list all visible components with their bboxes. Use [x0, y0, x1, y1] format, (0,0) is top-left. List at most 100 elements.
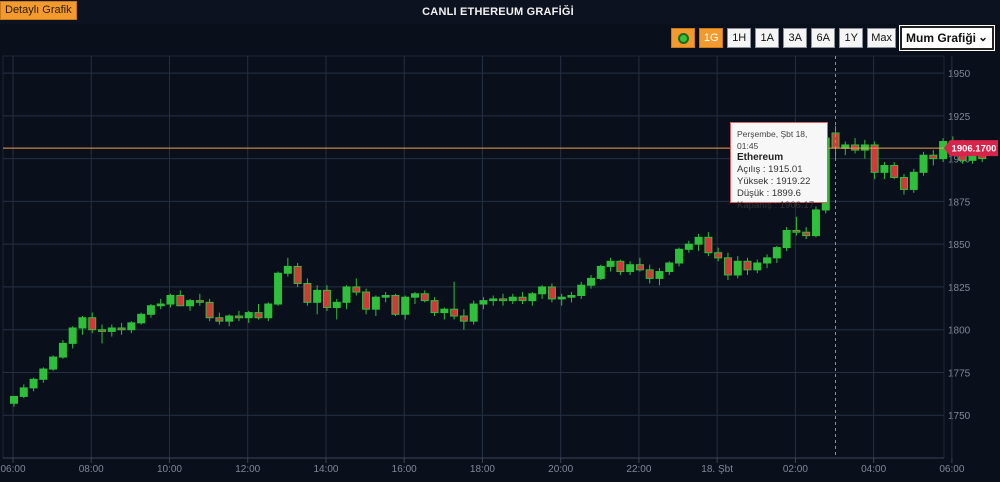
candle-body — [146, 305, 155, 315]
candle — [127, 321, 136, 334]
candle — [146, 304, 155, 318]
candle — [450, 281, 459, 320]
candle — [234, 310, 243, 322]
candle — [117, 322, 126, 335]
candle-body — [10, 395, 18, 404]
candle-body — [58, 342, 67, 358]
candle-body — [694, 236, 703, 245]
candle-body — [186, 300, 195, 307]
candle-body — [645, 269, 654, 279]
candle — [645, 264, 654, 284]
live-toggle-button[interactable] — [671, 28, 696, 48]
candle — [225, 314, 234, 327]
range-button-1y[interactable]: 1Y — [839, 28, 864, 48]
candle — [626, 261, 635, 275]
candle — [176, 290, 185, 307]
candle — [606, 257, 615, 272]
candle-body — [156, 303, 165, 307]
tooltip-high: Yüksek : 1919.22 — [737, 176, 811, 187]
range-button-1h[interactable]: 1H — [727, 28, 752, 48]
x-tick-label: 04:00 — [861, 464, 886, 475]
candle-body — [29, 378, 38, 389]
candle — [860, 139, 869, 159]
candle-body — [371, 296, 380, 310]
candle — [723, 252, 732, 281]
candle-body — [508, 296, 517, 302]
candle-body — [763, 257, 772, 264]
candle-body — [450, 308, 459, 317]
range-button-max[interactable]: Max — [867, 28, 896, 48]
candle — [68, 326, 77, 349]
candle-body — [596, 265, 605, 279]
candle-body — [117, 327, 126, 331]
candle — [909, 168, 918, 193]
chart-widget: Detaylı Grafik CANLI ETHEREUM GRAFİĞİ 17… — [0, 0, 1000, 482]
candle-body — [626, 264, 635, 273]
candle — [264, 302, 273, 322]
candle — [410, 292, 419, 305]
candle-body — [244, 312, 253, 319]
candle — [352, 278, 361, 296]
candle-body — [547, 286, 556, 300]
range-button-3a[interactable]: 3A — [783, 28, 808, 48]
candle — [401, 295, 410, 320]
candle-body — [391, 294, 400, 315]
candle — [215, 312, 224, 325]
candle — [655, 268, 664, 286]
candlestick-chart[interactable]: 17501775180018251850187519001925195006:0… — [0, 0, 1000, 482]
candle-body — [489, 298, 498, 302]
candle-body — [684, 243, 693, 250]
candle-body — [459, 315, 468, 322]
candle-body — [410, 293, 419, 298]
candle — [596, 264, 605, 281]
candle-body — [587, 277, 596, 286]
candle-body — [107, 327, 116, 332]
range-button-6a[interactable]: 6A — [811, 28, 836, 48]
candle-body — [78, 317, 87, 329]
candle-body — [274, 272, 283, 305]
candle-body — [538, 286, 547, 295]
candle-body — [802, 231, 811, 237]
candle-body — [733, 260, 742, 276]
x-tick-label: 20:00 — [548, 464, 573, 475]
candle — [137, 312, 146, 325]
candle-body — [890, 164, 899, 178]
candle-body — [753, 262, 762, 271]
candle — [274, 271, 283, 306]
candle-body — [293, 265, 302, 285]
candle — [166, 293, 175, 308]
x-tick-label: 08:00 — [79, 464, 104, 475]
candle — [538, 285, 547, 299]
candle-body — [655, 271, 664, 279]
candle — [39, 367, 48, 383]
chart-type-select[interactable]: Mum Grafiği ⌄ — [899, 25, 995, 51]
candle — [694, 233, 703, 252]
candle — [919, 151, 928, 176]
candle — [29, 377, 38, 392]
candle-body — [772, 247, 781, 259]
candle — [49, 355, 58, 371]
candle — [58, 339, 67, 359]
candle — [371, 295, 380, 317]
candle-body — [870, 144, 879, 173]
candle-body — [479, 300, 488, 305]
range-button-1a[interactable]: 1A — [755, 28, 780, 48]
candle-body — [606, 260, 615, 267]
candle-body — [362, 291, 371, 310]
candle-body — [704, 236, 713, 254]
candle — [283, 257, 292, 277]
candle — [704, 232, 713, 257]
candle — [420, 290, 429, 303]
candle-body — [714, 252, 723, 259]
tooltip-low: Düşük : 1899.6 — [737, 188, 801, 199]
candle — [313, 285, 322, 315]
candle — [322, 285, 331, 311]
candle-body — [909, 171, 918, 190]
candle — [792, 216, 801, 236]
candle-body — [420, 293, 429, 302]
candle-body — [557, 296, 566, 300]
range-button-1g[interactable]: 1G — [699, 28, 724, 48]
last-price-label: 1906.1700 — [952, 144, 997, 155]
candle-body — [723, 257, 732, 276]
candle — [802, 227, 811, 240]
